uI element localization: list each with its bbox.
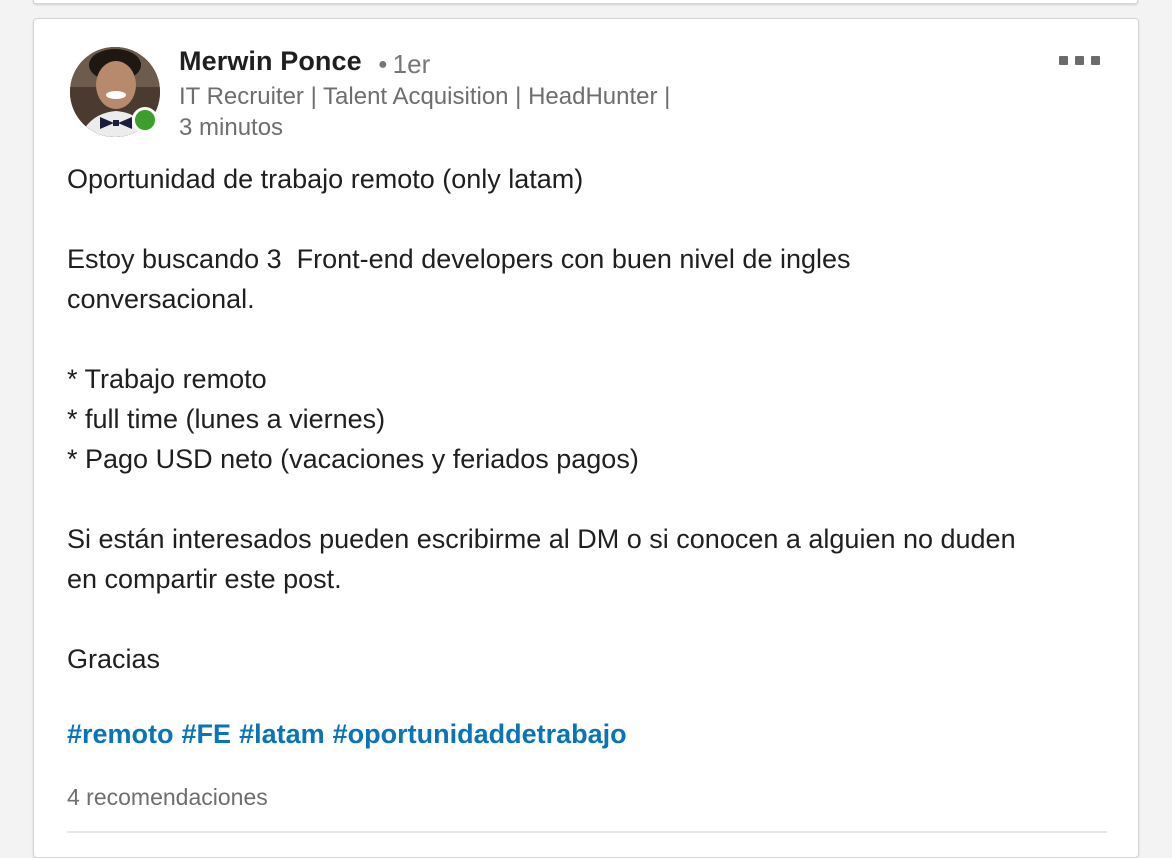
more-horizontal-icon [1091, 56, 1100, 65]
post-line: Si están interesados pueden escribirme a… [67, 524, 1016, 554]
post-line [67, 599, 1107, 639]
post-line: * Trabajo remoto [67, 364, 267, 394]
post-line: * Pago USD neto (vacaciones y feriados p… [67, 444, 639, 474]
post-line: * full time (lunes a viernes) [67, 404, 386, 434]
reactions-count[interactable]: 4 recomendaciones [67, 784, 268, 811]
post-line [67, 319, 1107, 359]
more-options-button[interactable] [1059, 54, 1103, 68]
more-horizontal-icon [1059, 56, 1068, 65]
hashtag-link[interactable]: #remoto [67, 719, 174, 749]
post-line: Gracias [67, 644, 161, 674]
connection-degree-label: 1er [392, 49, 431, 79]
post-line: Estoy buscando 3 Front-end developers co… [67, 244, 851, 274]
post-line: conversacional. [67, 284, 255, 314]
post-line: Oportunidad de trabajo remoto (only lata… [67, 164, 584, 194]
post-line [67, 479, 1107, 519]
more-horizontal-icon [1075, 56, 1084, 65]
hashtag-link[interactable]: #FE [182, 719, 232, 749]
separator-dot-icon: ● [378, 56, 388, 73]
author-headline: IT Recruiter | Talent Acquisition | Head… [179, 83, 671, 110]
post-line [67, 199, 1107, 239]
post-card: Merwin Ponce ● 1er IT Recruiter | Talent … [33, 18, 1139, 858]
previous-post-card [33, 0, 1138, 4]
hashtag-link[interactable]: #oportunidaddetrabajo [333, 719, 627, 749]
author-avatar[interactable] [70, 47, 160, 137]
author-name[interactable]: Merwin Ponce [179, 46, 362, 77]
connection-degree: ● 1er [378, 49, 430, 80]
online-presence-icon [132, 107, 158, 133]
divider [67, 831, 1107, 833]
post-line: en compartir este post. [67, 564, 342, 594]
post-body: Oportunidad de trabajo remoto (only lata… [67, 159, 1107, 679]
hashtag-list: #remoto #FE #latam #oportunidaddetrabajo [67, 719, 635, 750]
hashtag-link[interactable]: #latam [239, 719, 325, 749]
post-timestamp: 3 minutos [179, 114, 284, 141]
